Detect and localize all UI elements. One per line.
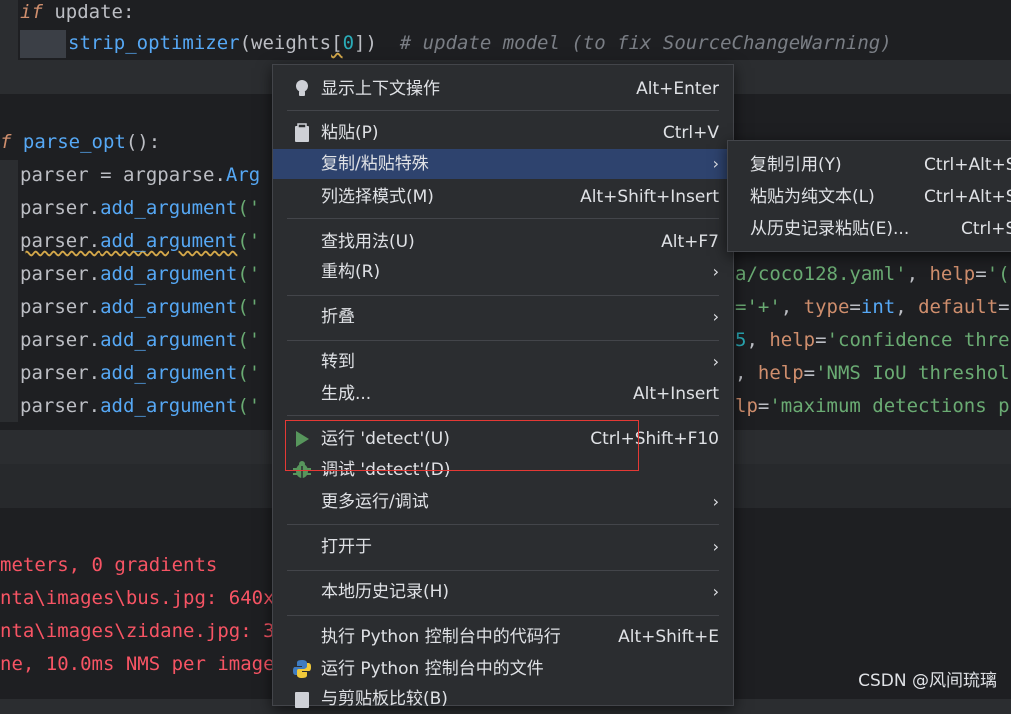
menu-item-folding[interactable]: 折叠 › — [273, 302, 733, 332]
chevron-right-icon: › — [712, 352, 719, 371]
menu-item-generate[interactable]: 生成... Alt+Insert — [273, 379, 733, 409]
compare-icon — [291, 684, 313, 714]
menu-item-refactor[interactable]: 重构(R) › — [273, 257, 733, 287]
chevron-right-icon: › — [712, 262, 719, 281]
console-line: meters, 0 gradients — [0, 554, 218, 576]
menu-separator — [287, 570, 719, 571]
submenu-item-paste-from-history[interactable]: 从历史记录粘贴(E)... Ctrl+S — [728, 214, 1011, 244]
menu-item-paste[interactable]: 粘贴(P) Ctrl+V — [273, 118, 733, 148]
menu-item-run-file-in-console[interactable]: 运行 Python 控制台中的文件 — [273, 654, 733, 684]
code-line-9: parser.add_argument(' — [20, 329, 261, 351]
menu-item-show-context-actions[interactable]: 显示上下文操作 Alt+Enter — [273, 74, 733, 104]
context-menu: 显示上下文操作 Alt+Enter 粘贴(P) Ctrl+V 复制/粘贴特殊 ›… — [272, 64, 734, 709]
submenu-item-copy-reference[interactable]: 复制引用(Y) Ctrl+Alt+S — [728, 150, 1011, 180]
submenu-item-paste-plain-text[interactable]: 粘贴为纯文本(L) Ctrl+Alt+S — [728, 182, 1011, 212]
code-fragment-r3: 5, help='confidence thre — [735, 329, 1010, 351]
submenu-copy-paste-special: 复制引用(Y) Ctrl+Alt+S 粘贴为纯文本(L) Ctrl+Alt+S … — [727, 140, 1011, 252]
menu-separator — [287, 340, 719, 341]
watermark: CSDN @风间琉璃 — [858, 671, 997, 691]
menu-separator — [287, 218, 719, 219]
code-line-7: parser.add_argument(' — [20, 263, 261, 285]
menu-item-copy-paste-special[interactable]: 复制/粘贴特殊 › — [273, 149, 733, 179]
chevron-right-icon: › — [712, 537, 719, 556]
menu-separator — [287, 415, 719, 416]
gutter-indent — [0, 0, 18, 34]
menu-item-more-run-debug[interactable]: 更多运行/调试 › — [273, 487, 733, 517]
indent-highlight — [20, 30, 66, 58]
console-line: nta\images\zidane.jpg: 3 — [0, 620, 275, 642]
code-line-5: parser.add_argument(' — [20, 197, 261, 219]
gutter-indent — [0, 30, 18, 60]
menu-item-goto[interactable]: 转到 › — [273, 347, 733, 377]
code-line-3: f parse_opt(): — [0, 131, 161, 153]
code-fragment-r1: a/coco128.yaml', help='( — [735, 263, 1010, 285]
menu-separator — [287, 524, 719, 525]
code-fragment-r4: , help='NMS IoU threshol — [735, 362, 1010, 384]
code-line-1: if update: — [20, 1, 135, 23]
python-icon — [291, 654, 313, 684]
chevron-right-icon: › — [712, 582, 719, 601]
menu-item-compare-with-clipboard[interactable]: 与剪贴板比较(B) — [273, 684, 733, 714]
gutter-indent — [0, 160, 18, 422]
menu-item-execute-line-in-console[interactable]: 执行 Python 控制台中的代码行 Alt+Shift+E — [273, 622, 733, 652]
code-line-10: parser.add_argument(' — [20, 362, 261, 384]
chevron-right-icon: › — [712, 492, 719, 511]
chevron-right-icon: › — [712, 307, 719, 326]
menu-separator — [287, 295, 719, 296]
console-line: ne, 10.0ms NMS per image — [0, 653, 275, 675]
menu-separator — [287, 615, 719, 616]
menu-item-local-history[interactable]: 本地历史记录(H) › — [273, 577, 733, 607]
menu-item-open-in[interactable]: 打开于 › — [273, 532, 733, 562]
annotation-highlight-box — [285, 420, 639, 471]
code-fragment-r5: lp='maximum detections p — [735, 395, 1010, 417]
code-line-2: strip_optimizer(weights[0]) # update mod… — [68, 32, 892, 54]
clipboard-icon — [291, 118, 313, 148]
code-line-6: parser.add_argument(' — [20, 230, 261, 252]
console-line: nta\images\bus.jpg: 640x — [0, 587, 275, 609]
menu-separator — [287, 110, 719, 111]
menu-item-column-selection[interactable]: 列选择模式(M) Alt+Shift+Insert — [273, 182, 733, 212]
code-line-11: parser.add_argument(' — [20, 395, 261, 417]
code-line-8: parser.add_argument(' — [20, 296, 261, 318]
code-fragment-r2: ='+', type=int, default= — [735, 296, 1010, 318]
lightbulb-icon — [291, 74, 313, 104]
menu-item-find-usages[interactable]: 查找用法(U) Alt+F7 — [273, 227, 733, 257]
code-line-4: parser = argparse.Arg — [20, 164, 261, 186]
chevron-right-icon: › — [712, 154, 719, 173]
